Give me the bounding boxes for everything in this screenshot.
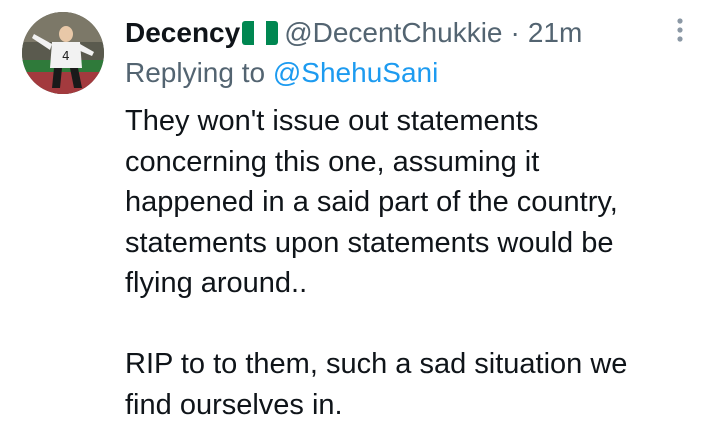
- author-handle[interactable]: @DecentChukkie: [284, 15, 502, 51]
- svg-text:4: 4: [62, 49, 70, 63]
- tweet[interactable]: 4 Decency @DecentChukkie · 21m Replying …: [0, 0, 720, 437]
- tweet-text: They won't issue out statements concerni…: [125, 101, 705, 425]
- nigeria-flag-icon: [242, 21, 279, 45]
- replying-to-label: Replying to: [125, 57, 266, 88]
- header-separator: ·: [510, 17, 520, 48]
- tweet-paragraph: They won't issue out statements concerni…: [125, 105, 618, 299]
- tweet-paragraph: RIP to to them, such a sad situation we …: [125, 348, 628, 421]
- replying-to-handle[interactable]: @ShehuSani: [273, 57, 438, 88]
- display-name[interactable]: Decency: [125, 15, 240, 51]
- tweet-header: Decency @DecentChukkie · 21m: [125, 14, 582, 52]
- avatar[interactable]: 4: [22, 12, 104, 94]
- avatar-photo: 4: [22, 12, 104, 94]
- tweet-timestamp[interactable]: 21m: [528, 15, 582, 51]
- more-vertical-icon[interactable]: [670, 16, 690, 44]
- replying-to: Replying to @ShehuSani: [125, 55, 438, 91]
